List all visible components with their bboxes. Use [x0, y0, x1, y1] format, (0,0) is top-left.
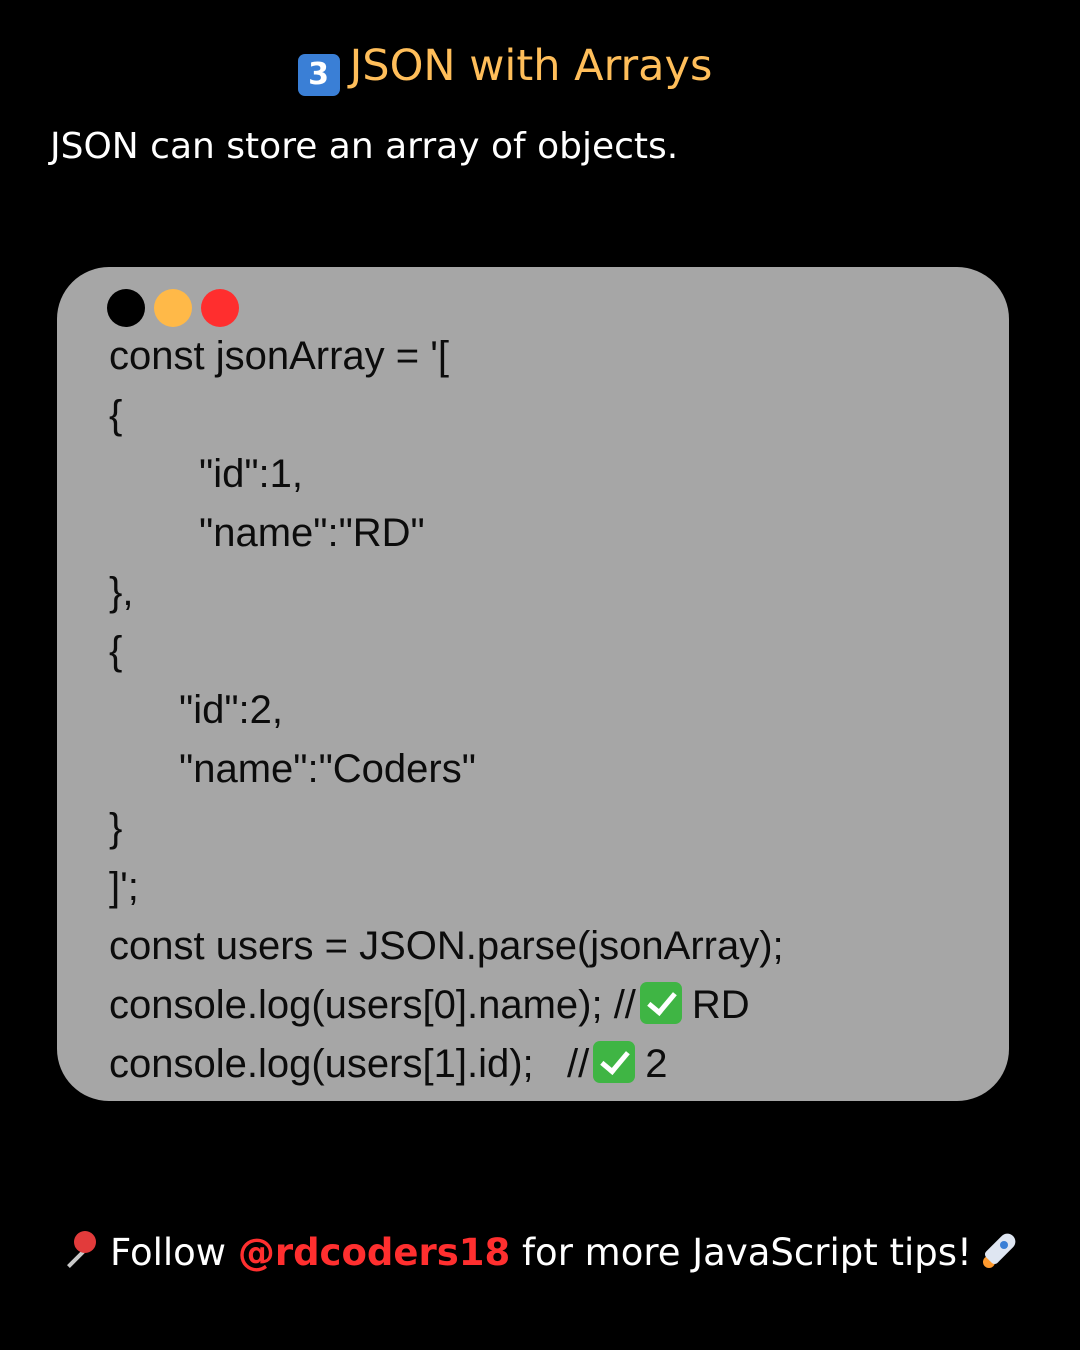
code-line: console.log(users[1].id); // 2 [109, 1035, 989, 1094]
black-dot-icon [107, 289, 145, 327]
check-mark-icon [639, 982, 682, 1024]
pushpin-icon [58, 1229, 100, 1271]
code-line: { [109, 393, 123, 437]
code-line: }, [109, 570, 134, 614]
code-line: "id":2, [179, 688, 284, 732]
title-text: JSON with Arrays [349, 41, 713, 91]
keycap-3-icon: 3 [297, 54, 340, 96]
footer-cta: Follow @rdcoders18 for more JavaScript t… [58, 1225, 1022, 1281]
code-window: const jsonArray = '[ { "id":1, "name":"R… [57, 267, 1009, 1101]
yellow-dot-icon [154, 289, 192, 327]
footer-rest: for more JavaScript tips! [522, 1231, 972, 1274]
code-line: { [109, 629, 123, 673]
code-line: "name":"RD" [199, 511, 425, 555]
code-text: console.log(users[0].name); // [109, 983, 636, 1027]
code-result: 2 [645, 1042, 668, 1086]
code-line: } [109, 806, 123, 850]
rocket-icon [980, 1229, 1022, 1271]
code-line: ]'; [109, 865, 139, 909]
code-line: console.log(users[0].name); // RD [109, 976, 989, 1035]
code-text: console.log(users[1].id); // [109, 1042, 590, 1086]
page-title: 3 JSON with Arrays [0, 36, 1010, 96]
code-line: const users = JSON.parse(jsonArray); [109, 924, 784, 968]
footer-follow: Follow [110, 1231, 227, 1274]
code-block: const jsonArray = '[ { "id":1, "name":"R… [109, 327, 989, 1094]
footer-handle[interactable]: @rdcoders18 [238, 1231, 510, 1274]
code-line: "name":"Coders" [179, 747, 476, 791]
red-dot-icon [201, 289, 239, 327]
code-line: "id":1, [199, 452, 304, 496]
subtitle: JSON can store an array of objects. [50, 126, 679, 167]
code-line: const jsonArray = '[ [109, 334, 449, 378]
check-mark-icon [593, 1041, 636, 1083]
code-result: RD [691, 983, 750, 1027]
